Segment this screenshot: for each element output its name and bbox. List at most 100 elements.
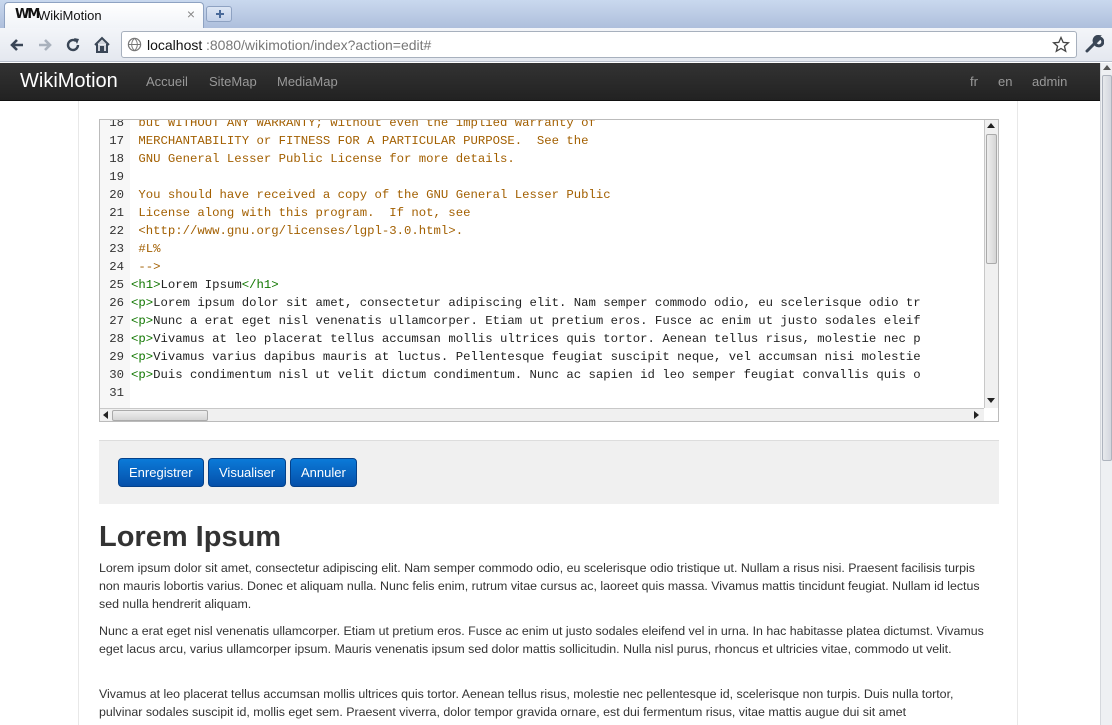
comment-text: You should have received a copy of the G… — [131, 188, 611, 202]
code-line[interactable]: 17 MERCHANTABILITY or FITNESS FOR A PART… — [100, 132, 984, 150]
line-number: 22 — [109, 224, 124, 238]
code-editor[interactable]: 18 but WITHOUT ANY WARRANTY; without eve… — [99, 119, 999, 422]
line-number: 19 — [109, 170, 124, 184]
code-text: <p>Vivamus varius dapibus mauris at luct… — [131, 348, 921, 366]
nav-link-lang-en[interactable]: en — [998, 74, 1012, 89]
code-text: <h1>Lorem Ipsum</h1> — [131, 276, 279, 294]
brand-logo[interactable]: WikiMotion — [20, 70, 118, 93]
preview-button[interactable]: Visualiser — [208, 458, 287, 487]
code-line[interactable]: 29 <p>Vivamus varius dapibus mauris at lu… — [100, 348, 984, 366]
url-host: localhost — [147, 37, 203, 53]
line-number: 27 — [109, 314, 124, 328]
scroll-left-arrow-icon[interactable] — [103, 411, 108, 419]
comment-text: MERCHANTABILITY or FITNESS FOR A PARTICU… — [131, 134, 589, 148]
editor-vertical-scrollbar[interactable] — [984, 120, 998, 408]
scroll-down-arrow-icon[interactable] — [987, 398, 995, 403]
new-tab-button[interactable] — [206, 6, 232, 22]
reload-icon[interactable] — [64, 36, 82, 54]
html-text: Vivamus at leo placerat tellus accumsan … — [153, 332, 921, 346]
page-scrollbar-thumb[interactable] — [1102, 75, 1112, 461]
code-text: MERCHANTABILITY or FITNESS FOR A PARTICU… — [131, 132, 589, 150]
code-line[interactable]: 18 but WITHOUT ANY WARRANTY; without eve… — [100, 119, 984, 132]
comment-text: but WITHOUT ANY WARRANTY; without even t… — [131, 119, 596, 130]
line-number: 28 — [109, 332, 124, 346]
scroll-right-arrow-icon[interactable] — [974, 411, 979, 419]
html-text: Nunc a erat eget nisl venenatis ullamcor… — [153, 314, 921, 328]
code-line[interactable]: 19 — [100, 168, 984, 186]
line-number: 20 — [109, 188, 124, 202]
code-line[interactable]: 23 #L% — [100, 240, 984, 258]
code-text: License along with this program. If not,… — [131, 204, 470, 222]
browser-tabstrip: WM WikiMotion × — [0, 0, 1112, 28]
line-number: 24 — [109, 260, 124, 274]
html-open-tag: <p> — [131, 350, 154, 364]
home-icon[interactable] — [93, 36, 111, 54]
code-text: <p>Vivamus at leo placerat tellus accums… — [131, 330, 921, 348]
nav-link-mediamap[interactable]: MediaMap — [277, 74, 338, 89]
line-number: 30 — [109, 368, 124, 382]
code-line[interactable]: 26 <p>Lorem ipsum dolor sit amet, consect… — [100, 294, 984, 312]
html-close-tag: </h1> — [241, 278, 279, 292]
form-actions: Enregistrer Visualiser Annuler — [99, 440, 999, 504]
comment-text: #L% — [131, 242, 161, 256]
code-line[interactable]: 24 --> — [100, 258, 984, 276]
code-text: <http://www.gnu.org/licenses/lgpl-3.0.ht… — [131, 222, 463, 240]
code-line[interactable]: 30 <p>Duis condimentum nisl ut velit dict… — [100, 366, 984, 384]
top-navbar: WikiMotion Accueil SiteMap MediaMap fr e… — [0, 63, 1100, 101]
browser-tab[interactable]: WM WikiMotion × — [4, 2, 204, 28]
line-number: 31 — [109, 386, 124, 400]
scroll-up-arrow-icon[interactable] — [987, 123, 995, 128]
address-bar[interactable]: localhost :8080/wikimotion/index?action=… — [121, 31, 1077, 58]
editor-hscroll-thumb[interactable] — [112, 410, 208, 421]
page-scrollbar[interactable] — [1100, 63, 1112, 725]
url-path: :8080/wikimotion/index?action=edit# — [206, 37, 432, 53]
bookmark-star-icon[interactable] — [1052, 36, 1070, 54]
code-line[interactable]: 20 You should have received a copy of th… — [100, 186, 984, 204]
code-line[interactable]: 28 <p>Vivamus at leo placerat tellus accu… — [100, 330, 984, 348]
line-number: 17 — [109, 134, 124, 148]
main-container: 18 but WITHOUT ANY WARRANTY; without eve… — [78, 101, 1018, 725]
html-open-tag: <p> — [131, 296, 154, 310]
line-number: 23 — [109, 242, 124, 256]
comment-text: --> — [131, 260, 161, 274]
preview-paragraph: Vivamus at leo placerat tellus accumsan … — [99, 687, 954, 719]
editor-vscroll-thumb[interactable] — [986, 134, 997, 264]
cancel-button[interactable]: Annuler — [290, 458, 357, 487]
wrench-icon[interactable] — [1084, 34, 1104, 54]
code-text: <p>Duis condimentum nisl ut velit dictum… — [131, 366, 921, 384]
code-text: --> — [131, 258, 161, 276]
tab-close-icon[interactable]: × — [187, 7, 195, 21]
line-number: 25 — [109, 278, 124, 292]
code-line[interactable]: 22 <http://www.gnu.org/licenses/lgpl-3.0… — [100, 222, 984, 240]
html-open-tag: <p> — [131, 332, 154, 346]
code-line[interactable]: 25 <h1>Lorem Ipsum</h1> — [100, 276, 984, 294]
forward-arrow-icon[interactable] — [36, 36, 54, 54]
nav-link-lang-fr[interactable]: fr — [970, 74, 978, 89]
html-text: Lorem ipsum dolor sit amet, consectetur … — [153, 296, 921, 310]
save-button[interactable]: Enregistrer — [118, 458, 204, 487]
tab-title: WikiMotion — [38, 8, 102, 23]
comment-text: <http://www.gnu.org/licenses/lgpl-3.0.ht… — [131, 224, 464, 238]
code-line[interactable]: 31 — [100, 384, 984, 402]
line-number: 21 — [109, 206, 124, 220]
nav-link-admin[interactable]: admin — [1032, 74, 1067, 89]
code-text: <p>Lorem ipsum dolor sit amet, consectet… — [131, 294, 921, 312]
preview-paragraph: Nunc a erat eget nisl venenatis ullamcor… — [99, 624, 984, 656]
code-text: <p>Nunc a erat eget nisl venenatis ullam… — [131, 312, 921, 330]
plus-icon — [216, 10, 224, 18]
html-open-tag: <h1> — [131, 278, 161, 292]
code-line[interactable]: 27 <p>Nunc a erat eget nisl venenatis ull… — [100, 312, 984, 330]
line-number: 18 — [109, 119, 124, 130]
line-number: 29 — [109, 350, 124, 364]
code-line[interactable]: 21 License along with this program. If n… — [100, 204, 984, 222]
scroll-up-arrow-icon[interactable] — [1103, 65, 1111, 70]
back-arrow-icon[interactable] — [8, 36, 26, 54]
nav-link-sitemap[interactable]: SiteMap — [209, 74, 257, 89]
code-text: #L% — [131, 240, 161, 258]
nav-link-accueil[interactable]: Accueil — [146, 74, 188, 89]
html-text: Lorem Ipsum — [160, 278, 242, 292]
preview-paragraph: Lorem ipsum dolor sit amet, consectetur … — [99, 561, 980, 611]
code-line[interactable]: 18 GNU General Lesser Public License for… — [100, 150, 984, 168]
editor-horizontal-scrollbar[interactable] — [100, 408, 984, 421]
wikimotion-favicon-icon: WM — [15, 7, 40, 22]
